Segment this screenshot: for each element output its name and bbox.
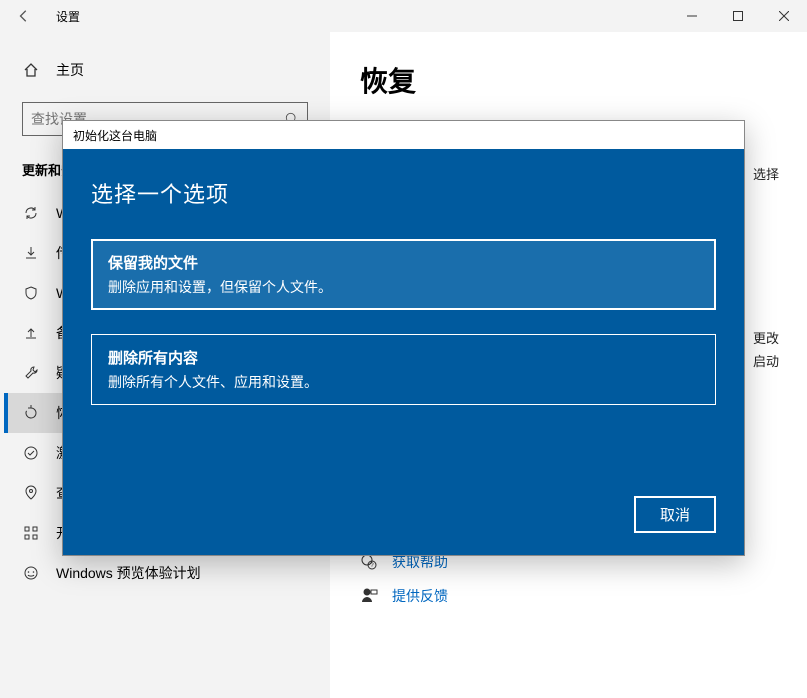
check-circle-icon (22, 445, 40, 461)
recovery-icon (22, 405, 40, 421)
home-link[interactable]: 主页 (4, 52, 326, 88)
close-button[interactable] (761, 0, 807, 32)
window-title: 设置 (56, 8, 80, 25)
minimize-icon (687, 11, 697, 21)
sync-icon (22, 205, 40, 221)
backup-icon (22, 325, 40, 341)
option-keep-files[interactable]: 保留我的文件 删除应用和设置，但保留个人文件。 (91, 239, 716, 310)
option-desc: 删除应用和设置，但保留个人文件。 (108, 277, 699, 297)
delivery-icon (22, 245, 40, 261)
dialog-titlebar: 初始化这台电脑 (63, 121, 744, 149)
dialog-heading: 选择一个选项 (91, 177, 716, 209)
dialog-window-title: 初始化这台电脑 (73, 127, 157, 144)
reset-pc-dialog: 初始化这台电脑 选择一个选项 保留我的文件 删除应用和设置，但保留个人文件。 删… (62, 120, 745, 556)
cancel-button[interactable]: 取消 (634, 496, 716, 533)
option-title: 删除所有内容 (108, 347, 699, 368)
back-button[interactable] (0, 0, 48, 32)
window-titlebar: 设置 (0, 0, 807, 32)
insider-icon (22, 565, 40, 581)
sidebar-item-label: Windows 预览体验计划 (56, 563, 201, 583)
wrench-icon (22, 365, 40, 381)
feedback-link-row: 提供反馈 (360, 586, 777, 606)
minimize-button[interactable] (669, 0, 715, 32)
option-remove-everything[interactable]: 删除所有内容 删除所有个人文件、应用和设置。 (91, 334, 716, 405)
feedback-icon (360, 587, 378, 605)
location-icon (22, 485, 40, 501)
feedback-link[interactable]: 提供反馈 (392, 586, 448, 606)
home-icon (22, 62, 40, 78)
option-desc: 删除所有个人文件、应用和设置。 (108, 372, 699, 392)
maximize-icon (733, 11, 743, 21)
content-fragment: 更改 (753, 327, 779, 352)
sidebar-item-insider[interactable]: Windows 预览体验计划 (4, 553, 326, 593)
maximize-button[interactable] (715, 0, 761, 32)
shield-icon (22, 285, 40, 301)
content-fragment: 启动 (753, 350, 779, 375)
option-title: 保留我的文件 (108, 252, 699, 273)
home-label: 主页 (56, 60, 84, 80)
page-title: 恢复 (360, 60, 777, 100)
arrow-left-icon (17, 9, 31, 23)
developer-icon (22, 525, 40, 541)
close-icon (779, 11, 789, 21)
content-fragment: 选择 (753, 163, 779, 188)
